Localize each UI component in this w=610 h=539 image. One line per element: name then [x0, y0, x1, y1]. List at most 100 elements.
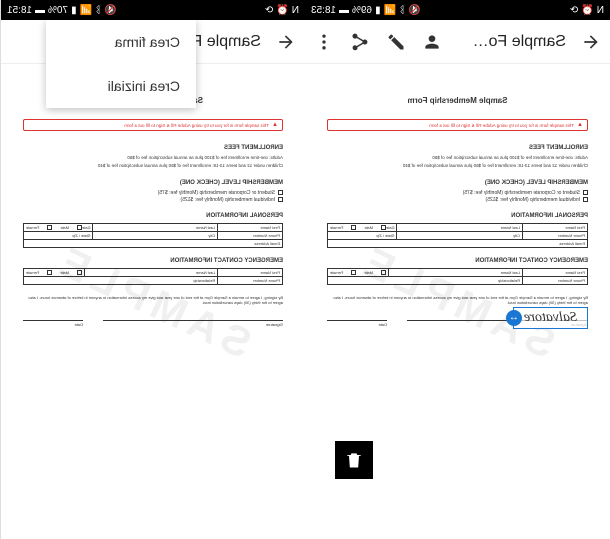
checkbox-icon[interactable] — [278, 197, 283, 202]
back-icon[interactable] — [275, 31, 297, 53]
date-label: Date — [327, 320, 387, 327]
alert-text: This sample form is for you to try using… — [429, 123, 574, 128]
field-phone[interactable]: Phone Number — [523, 231, 588, 239]
signature-field[interactable]: Salvatore ↔ Signature — [407, 320, 588, 327]
signature-label: Signature — [103, 320, 283, 327]
signal-icon: ▮ — [71, 5, 77, 16]
table-row: First Name Last Name MaleFemale — [24, 268, 283, 276]
field-date[interactable]: Date MaleFemale — [24, 223, 93, 231]
back-icon[interactable] — [580, 31, 602, 53]
checkbox-icon[interactable] — [583, 197, 588, 202]
wifi-icon: 📶 — [80, 5, 92, 16]
disclaimer-text: By signing, I agree to remain a Sample G… — [23, 295, 283, 306]
field-firstname[interactable]: First Name — [218, 223, 283, 231]
alarm-icon: ⏰ — [581, 5, 593, 16]
document-area[interactable]: SAMPLE Sample Membership Form ▲ This sam… — [305, 64, 610, 539]
emergency-table: First Name Last Name MaleFemale Phone Nu… — [23, 268, 283, 285]
checkbox-label: Individual membership (Monthly fee: $125… — [486, 197, 581, 203]
checkbox-label: Student or Corporate membership (Monthly… — [463, 190, 580, 196]
field-gender[interactable]: MaleFemale — [328, 268, 389, 276]
phone-right: N ⏰ ⟳ 🔇 ᛒ 📶 ▮ 70% ▬ 18:51 Sample Fo… Cre… — [0, 0, 305, 539]
app-title: Sample Fo… — [473, 33, 566, 51]
field-relationship[interactable]: Relationship — [328, 276, 523, 284]
trash-button[interactable] — [335, 441, 373, 479]
status-bar: N ⏰ ⟳ 🔇 ᛒ 📶 ▮ 70% ▬ 18:51 — [1, 0, 305, 20]
field-phone[interactable]: Phone Number — [218, 276, 283, 284]
profile-icon[interactable] — [421, 31, 443, 53]
section-personal: PERSONAL INFORMATION — [23, 213, 283, 219]
signal-icon: ▮ — [375, 5, 381, 16]
phone-left: N ⏰ ⟳ 🔇 ᛒ 📶 ▮ 69% ▬ 18:53 Sample Fo… — [305, 0, 610, 539]
field-lastname[interactable]: Last Name — [93, 223, 218, 231]
signature-text: Salvatore — [524, 310, 577, 325]
table-row: First Name Last Name Date MaleFemale — [328, 223, 588, 231]
document-area[interactable]: SAMPLE Sample Membership Form ▲ This sam… — [1, 64, 305, 539]
doc-title: Sample Membership Form — [327, 96, 588, 105]
document-page: SAMPLE Sample Membership Form ▲ This sam… — [9, 76, 297, 527]
table-row: First Name Last Name MaleFemale — [328, 268, 588, 276]
field-email[interactable]: Email Address — [24, 239, 283, 247]
checkbox-row-2[interactable]: Individual membership (Monthly fee: $125… — [327, 197, 588, 203]
checkbox-icon[interactable] — [583, 190, 588, 195]
section-membership: MEMBERSHIP LEVEL (CHECK ONE) — [23, 180, 283, 186]
section-personal: PERSONAL INFORMATION — [327, 213, 588, 219]
signature-box[interactable]: Salvatore ↔ — [513, 307, 588, 329]
field-city[interactable]: City — [93, 231, 218, 239]
signature-field[interactable]: Signature — [103, 320, 283, 327]
field-phone[interactable]: Phone Number — [218, 231, 283, 239]
field-zip[interactable]: State / Zip — [24, 231, 93, 239]
field-zip[interactable]: State / Zip — [328, 231, 397, 239]
field-phone[interactable]: Phone Number — [523, 276, 588, 284]
date-field[interactable]: Date — [23, 320, 83, 327]
signature-area: Signature Date — [23, 320, 283, 327]
field-firstname[interactable]: First Name — [218, 268, 283, 276]
menu-create-signature[interactable]: Crea firma — [46, 20, 196, 64]
checkbox-row-2[interactable]: Individual membership (Monthly fee: $125… — [23, 197, 283, 203]
table-row: Email Address — [24, 239, 283, 247]
table-row: Phone Number City State / Zip — [24, 231, 283, 239]
field-firstname[interactable]: First Name — [523, 268, 588, 276]
clock-text: 18:51 — [7, 5, 32, 16]
personal-table: First Name Last Name Date MaleFemale Pho… — [327, 223, 588, 248]
signature-area: Salvatore ↔ Signature Date — [327, 320, 588, 327]
table-row: Email Address — [328, 239, 588, 247]
battery-text: 70% — [48, 5, 68, 16]
pen-icon[interactable] — [385, 31, 407, 53]
bluetooth-icon: ᛒ — [399, 5, 405, 16]
checkbox-row-1[interactable]: Student or Corporate membership (Monthly… — [327, 190, 588, 196]
field-email[interactable]: Email Address — [328, 239, 588, 247]
warning-icon: ▲ — [272, 122, 278, 128]
share-icon[interactable] — [349, 31, 371, 53]
enrollment-line2: Children under 12 and teens 13-18: enrol… — [23, 163, 283, 169]
disclaimer-text: By signing, I agree to remain a Sample G… — [327, 295, 588, 306]
battery-icon: ▬ — [339, 5, 349, 16]
mute-icon: 🔇 — [104, 5, 116, 16]
resize-handle-icon[interactable]: ↔ — [506, 310, 522, 326]
section-emergency: EMERGENCY CONTACT INFORMATION — [23, 258, 283, 264]
checkbox-row-1[interactable]: Student or Corporate membership (Monthly… — [23, 190, 283, 196]
section-enrollment: ENROLLMENT FEES — [327, 145, 588, 151]
checkbox-icon[interactable] — [278, 190, 283, 195]
status-bar: N ⏰ ⟳ 🔇 ᛒ 📶 ▮ 69% ▬ 18:53 — [305, 0, 610, 20]
more-icon[interactable] — [313, 31, 335, 53]
bluetooth-icon: ᛒ — [95, 5, 101, 16]
table-row: Phone Number Relationship — [24, 276, 283, 284]
field-relationship[interactable]: Relationship — [24, 276, 218, 284]
sync-icon: ⟳ — [570, 5, 578, 16]
emergency-table: First Name Last Name MaleFemale Phone Nu… — [327, 268, 588, 285]
date-field[interactable]: Date — [327, 320, 387, 327]
menu-create-initials[interactable]: Crea iniziali — [46, 64, 196, 108]
clock-text: 18:53 — [311, 5, 336, 16]
field-gender[interactable]: MaleFemale — [24, 268, 85, 276]
table-row: Phone Number Relationship — [328, 276, 588, 284]
field-date[interactable]: Date MaleFemale — [328, 223, 397, 231]
field-lastname[interactable]: Last Name — [389, 268, 523, 276]
checkbox-label: Student or Corporate membership (Monthly… — [158, 190, 275, 196]
battery-text: 69% — [352, 5, 372, 16]
field-lastname[interactable]: Last Name — [397, 223, 523, 231]
field-city[interactable]: City — [397, 231, 523, 239]
notification-icon: N — [597, 5, 604, 16]
alarm-icon: ⏰ — [276, 5, 288, 16]
field-lastname[interactable]: Last Name — [85, 268, 218, 276]
field-firstname[interactable]: First Name — [523, 223, 588, 231]
